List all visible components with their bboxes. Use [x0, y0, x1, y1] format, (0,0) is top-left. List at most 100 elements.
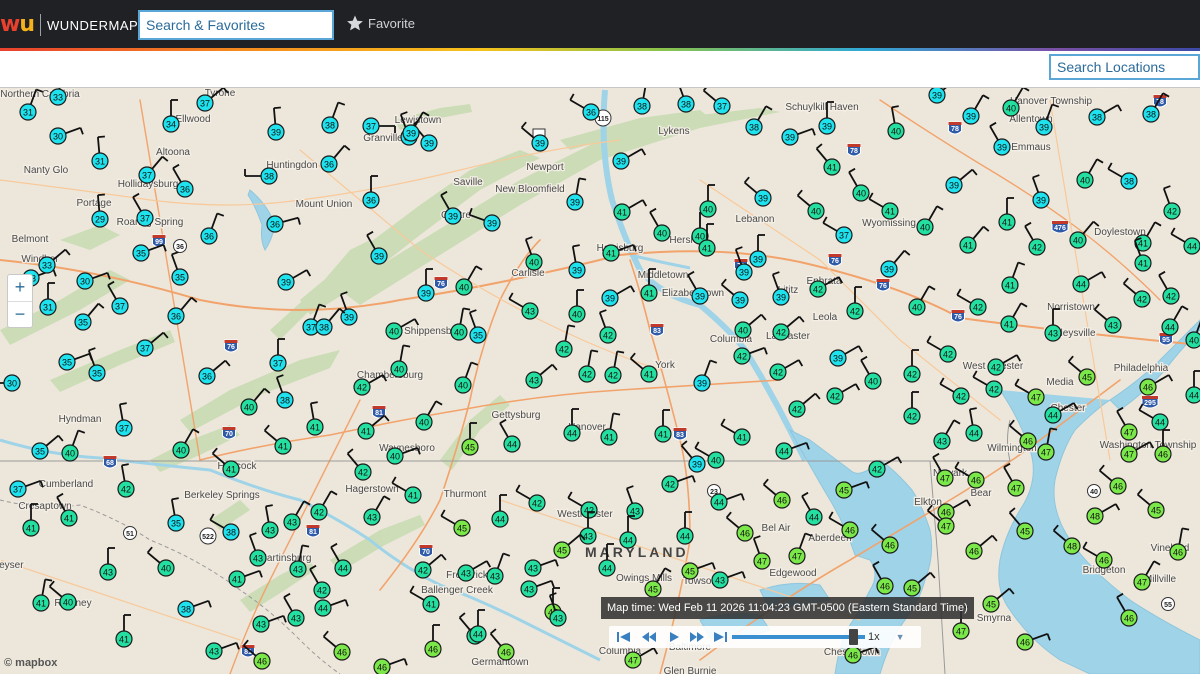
station-temperature: 41: [1004, 320, 1014, 330]
station-temperature: 40: [703, 205, 713, 215]
station-temperature: 43: [293, 565, 303, 575]
search-favorites-input[interactable]: [138, 10, 334, 40]
station-temperature: 39: [739, 268, 749, 278]
station-temperature: 46: [1023, 437, 1033, 447]
place-label: Schuylkill Haven: [785, 102, 858, 113]
wunderground-logo[interactable]: wu WUNDERMAP: [0, 13, 138, 37]
highway-shield: 76: [951, 309, 965, 323]
station-temperature: 40: [1189, 336, 1199, 346]
station-temperature: 41: [604, 433, 614, 443]
station-temperature: 39: [753, 255, 763, 265]
station-temperature: 47: [956, 627, 966, 637]
station-temperature: 42: [314, 508, 324, 518]
station-temperature: 38: [637, 102, 647, 112]
skip-back-icon[interactable]: [614, 629, 634, 645]
step-forward-icon[interactable]: [687, 629, 707, 645]
station-temperature: 35: [78, 318, 88, 328]
station-temperature: 30: [53, 132, 63, 142]
highway-shield: 70: [419, 544, 433, 558]
station-temperature: 41: [226, 465, 236, 475]
station-temperature: 37: [115, 302, 125, 312]
search-locations-input[interactable]: [1049, 54, 1200, 80]
place-label: Gettysburg: [492, 410, 541, 421]
station-temperature: 35: [92, 369, 102, 379]
station-temperature: 42: [1032, 243, 1042, 253]
station-temperature: 43: [490, 572, 500, 582]
zoom-in-button[interactable]: +: [8, 275, 32, 302]
timeline-track[interactable]: [732, 635, 865, 639]
station-temperature: 43: [291, 614, 301, 624]
play-icon[interactable]: [664, 629, 684, 645]
zoom-control: + −: [7, 274, 33, 328]
station-temperature: 45: [1082, 373, 1092, 383]
station-temperature: 39: [374, 252, 384, 262]
station-temperature: 42: [850, 307, 860, 317]
station-temperature: 42: [608, 371, 618, 381]
station-temperature: 46: [257, 657, 267, 667]
station-temperature: 46: [1113, 482, 1123, 492]
station-temperature: 41: [963, 241, 973, 251]
station-temperature: 40: [176, 446, 186, 456]
step-back-icon[interactable]: [639, 629, 659, 645]
station-temperature: 39: [949, 181, 959, 191]
station-temperature: 42: [989, 385, 999, 395]
station-temperature: 39: [758, 194, 768, 204]
station-temperature: 37: [717, 102, 727, 112]
svg-text:83: 83: [653, 328, 661, 335]
station-temperature: 36: [202, 372, 212, 382]
station-temperature: 39: [616, 157, 626, 167]
logo-text: WUNDERMAP: [47, 17, 139, 33]
station-temperature: 41: [1138, 239, 1148, 249]
station-temperature: 41: [1002, 218, 1012, 228]
station-temperature: 47: [757, 557, 767, 567]
station-temperature: 40: [738, 326, 748, 336]
station-temperature: 42: [776, 328, 786, 338]
station-temperature: 43: [103, 568, 113, 578]
place-label: Berkeley Springs: [184, 490, 260, 501]
state-label-maryland: MARYLAND: [585, 544, 689, 560]
station-temperature: 44: [779, 447, 789, 457]
station-temperature: 36: [586, 108, 596, 118]
station-temperature: 39: [735, 296, 745, 306]
favorite-button[interactable]: Favorite: [346, 14, 415, 32]
station-temperature: 38: [181, 605, 191, 615]
station-temperature: 34: [166, 120, 176, 130]
station-temperature: 42: [943, 350, 953, 360]
highway-shield: 76: [224, 339, 238, 353]
station-temperature: 41: [426, 600, 436, 610]
station-temperature: 45: [1151, 506, 1161, 516]
station-temperature: 37: [13, 485, 23, 495]
station-temperature: 40: [529, 258, 539, 268]
speed-select[interactable]: 1x ▼: [868, 628, 905, 646]
station-temperature: 41: [119, 635, 129, 645]
station-temperature: 48: [1067, 542, 1077, 552]
station-temperature: 31: [95, 157, 105, 167]
station-temperature: 39: [344, 313, 354, 323]
station-temperature: 42: [813, 285, 823, 295]
zoom-out-button[interactable]: −: [8, 302, 32, 328]
favorite-label: Favorite: [368, 15, 415, 31]
map-canvas[interactable]: Northern CambriaTyroneEllwoodLewistownGr…: [0, 88, 1200, 674]
station-temperature: 42: [357, 383, 367, 393]
station-temperature: 45: [907, 584, 917, 594]
timeline-handle[interactable]: [849, 629, 858, 645]
station-temperature: 40: [891, 127, 901, 137]
station-temperature: 42: [830, 392, 840, 402]
station-temperature: 44: [473, 630, 483, 640]
skip-forward-icon[interactable]: [710, 629, 730, 645]
station-temperature: 40: [572, 310, 582, 320]
place-label: Lebanon: [736, 214, 775, 225]
svg-text:40: 40: [1090, 489, 1098, 496]
station-temperature: 40: [161, 564, 171, 574]
station-temperature: 43: [209, 647, 219, 657]
station-temperature: 46: [1158, 450, 1168, 460]
station-temperature: 41: [617, 208, 627, 218]
chevron-down-icon: ▼: [895, 632, 905, 642]
station-temperature: 36: [171, 312, 181, 322]
station-temperature: 47: [1124, 450, 1134, 460]
station-temperature: 46: [1099, 556, 1109, 566]
station-temperature: 39: [281, 278, 291, 288]
station-temperature: 29: [95, 215, 105, 225]
highway-shield: 81: [306, 524, 320, 538]
highway-shield: 70: [222, 426, 236, 440]
